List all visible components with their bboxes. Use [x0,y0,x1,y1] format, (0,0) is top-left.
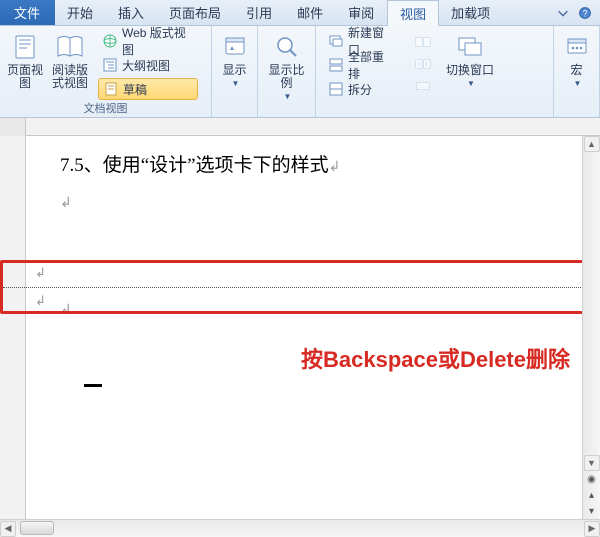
split-label: 拆分 [348,81,372,98]
tab-home-label: 开始 [67,3,93,22]
ribbon: 页面视图 阅读版式视图 Web 版式视图 大纲视图 草 [0,26,600,118]
outline-label: 大纲视图 [122,57,170,74]
tab-review[interactable]: 审阅 [336,0,387,25]
tab-view-label: 视图 [400,4,426,23]
annotation-box: ↲ ↲ [0,260,600,314]
horizontal-ruler[interactable] [0,118,600,136]
tab-layout[interactable]: 页面布局 [157,0,234,25]
horizontal-rule [3,287,597,288]
tab-addins-label: 加载项 [451,3,490,22]
tab-references-label: 引用 [246,3,272,22]
document-page[interactable]: 7.5、使用“设计”选项卡下的样式↲ ↲ ↲ [26,136,582,519]
scroll-down-icon[interactable]: ▼ [584,455,600,471]
macros-label: 宏 [570,64,582,77]
next-page-icon[interactable]: ▾ [584,503,600,519]
view-side-by-side-button[interactable] [406,32,440,52]
doc-heading: 7.5、使用“设计”选项卡下的样式↲ [60,150,558,177]
zoom-label: 显示比例 [264,64,309,90]
split-button[interactable]: 拆分 [324,78,398,100]
annotation-text: 按Backspace或Delete删除 [301,342,570,374]
browse-object-icon[interactable]: ◉ [584,471,600,487]
paragraph-mark-icon: ↲ [35,265,46,281]
arrange-all-icon [328,57,344,73]
tab-addins[interactable]: 加载项 [439,0,503,25]
tab-mailings[interactable]: 邮件 [285,0,336,25]
macros-button[interactable]: 宏 ▼ [558,28,595,92]
new-window-icon [328,33,344,49]
tab-file[interactable]: 文件 [0,0,55,25]
sync-scroll-button[interactable] [406,54,440,74]
outline-button[interactable]: 大纲视图 [98,54,198,76]
web-layout-button[interactable]: Web 版式视图 [98,30,198,52]
zoom-icon [271,32,303,62]
page-view-label: 页面视图 [6,64,44,90]
draft-icon [103,81,119,97]
reading-view-icon [54,32,86,62]
split-icon [328,81,344,97]
scroll-thumb[interactable] [20,521,54,535]
scroll-track[interactable] [16,521,584,537]
draft-label: 草稿 [123,81,147,98]
tab-insert[interactable]: 插入 [106,0,157,25]
reading-view-label: 阅读版式视图 [48,64,92,90]
ruler-corner [0,118,26,136]
chevron-down-icon: ▼ [284,92,292,101]
vertical-scrollbar[interactable]: ▲ ▼ ◉ ▴ ▾ [582,136,600,519]
chevron-down-icon: ▼ [232,79,240,88]
web-layout-label: Web 版式视图 [122,24,194,58]
zoom-button[interactable]: 显示比例 ▼ [262,28,311,105]
scroll-up-icon[interactable]: ▲ [584,136,600,152]
page-view-button[interactable]: 页面视图 [4,28,46,94]
tab-home[interactable]: 开始 [55,0,106,25]
side-by-side-icon [415,34,431,50]
reset-window-button[interactable] [406,76,440,96]
help-icon[interactable]: ? [578,6,592,20]
horizontal-scrollbar[interactable]: ◀ ▶ [0,519,600,537]
page-view-icon [9,32,41,62]
prev-page-icon[interactable]: ▴ [584,487,600,503]
outline-icon [102,57,118,73]
text-cursor [84,384,102,387]
tab-references[interactable]: 引用 [234,0,285,25]
views-group-title: 文档视图 [4,102,207,117]
arrange-all-label: 全部重排 [348,48,394,82]
switch-windows-label: 切换窗口 [446,64,494,77]
reset-window-icon [415,78,431,94]
web-layout-icon [102,33,118,49]
sync-scroll-icon [415,56,431,72]
scroll-left-icon[interactable]: ◀ [0,521,16,537]
chevron-down-icon: ▼ [574,79,582,88]
doc-heading-text: 7.5、使用“设计”选项卡下的样式 [60,155,329,176]
switch-windows-button[interactable]: 切换窗口 ▼ [444,28,496,92]
chevron-down-icon: ▼ [467,79,475,88]
draft-button[interactable]: 草稿 [98,78,198,100]
paragraph-mark-icon: ↲ [60,195,558,212]
tab-review-label: 审阅 [348,3,374,22]
show-label: 显示 [222,64,246,77]
tab-insert-label: 插入 [118,3,144,22]
tabbar-spacer [503,0,556,25]
scroll-track[interactable] [584,152,600,455]
arrange-all-button[interactable]: 全部重排 [324,54,398,76]
switch-windows-icon [454,32,486,62]
paragraph-mark-icon: ↲ [35,293,46,309]
vertical-ruler[interactable] [0,136,26,519]
tab-view[interactable]: 视图 [387,0,439,26]
paragraph-mark-icon: ↲ [329,160,341,175]
show-button[interactable]: 显示 ▼ [216,28,253,92]
svg-text:?: ? [583,8,588,18]
scroll-right-icon[interactable]: ▶ [584,521,600,537]
macros-icon [561,32,593,62]
tab-file-label: 文件 [14,3,40,22]
reading-view-button[interactable]: 阅读版式视图 [46,28,94,94]
ribbon-minimize-icon[interactable] [556,6,570,20]
show-icon [219,32,251,62]
tab-mailings-label: 邮件 [297,3,323,22]
tab-layout-label: 页面布局 [169,3,221,22]
